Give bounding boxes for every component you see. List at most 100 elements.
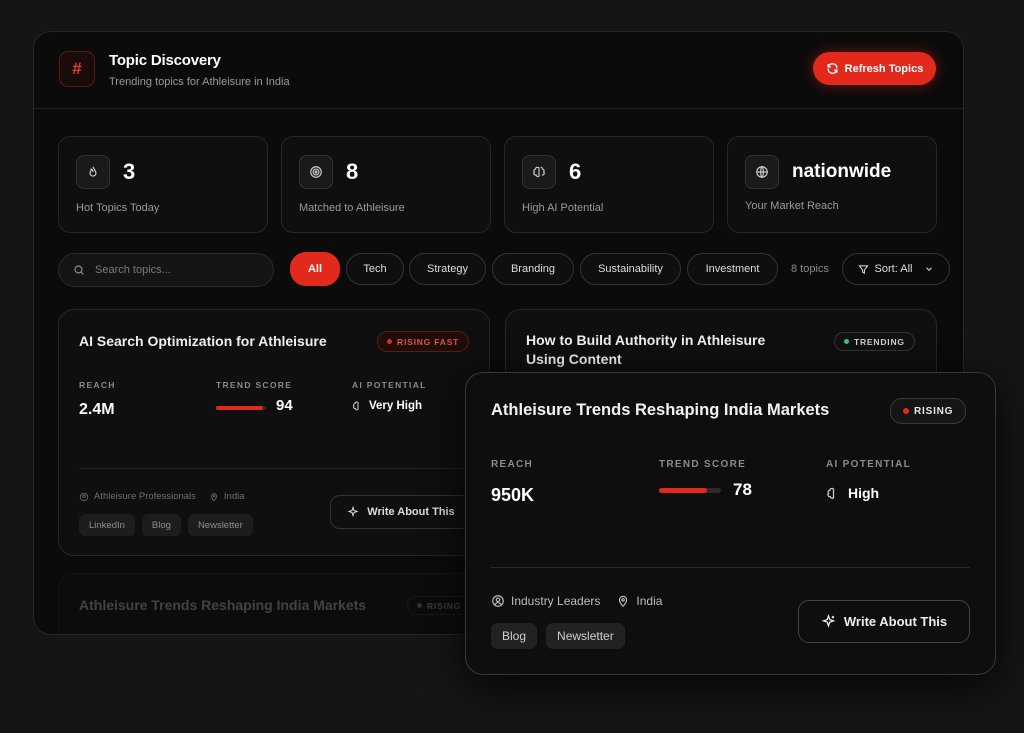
stat-value: nationwide: [792, 161, 892, 182]
location-pin-icon: [619, 595, 628, 608]
topic-title: Athleisure Trends Reshaping India Market…: [79, 597, 367, 613]
card-divider: [491, 567, 970, 568]
badge-label: RISING: [914, 405, 954, 417]
location-pin-icon: [211, 492, 217, 501]
sort-label: Sort: All: [874, 263, 913, 275]
trend-score-value: 78: [733, 480, 752, 499]
badge-dot: [417, 603, 422, 608]
reach-value: 950K: [491, 485, 535, 505]
badge-dot: [844, 339, 849, 344]
ai-potential-value: High: [848, 485, 880, 501]
topic-title: Athleisure Trends Reshaping India Market…: [491, 401, 830, 419]
hashtag-icon: #: [59, 51, 95, 87]
reach-value: 2.4M: [79, 401, 115, 418]
filter-chip-investment[interactable]: Investment: [687, 253, 778, 285]
badge-label: RISING FAST: [397, 336, 460, 347]
audience-label: Athleisure Professionals: [94, 491, 196, 502]
tag: LinkedIn: [79, 514, 135, 536]
tag: Newsletter: [187, 514, 253, 536]
stat-value: 6: [569, 159, 582, 184]
trend-score-label: TREND SCORE: [659, 459, 747, 470]
write-label: Write About This: [843, 614, 948, 629]
badge-label: RISING: [427, 600, 462, 611]
target-icon: [299, 155, 333, 189]
write-about-this-button[interactable]: Write About This: [330, 495, 472, 529]
stat-value: 3: [123, 159, 136, 184]
topic-title: How to Build Authority in Athleisure Usi…: [526, 332, 766, 367]
topic-card[interactable]: Athleisure Trends Reshaping India Market…: [58, 573, 490, 634]
tag: Newsletter: [546, 623, 625, 649]
search-input[interactable]: Search topics...: [58, 253, 274, 287]
location-label: India: [223, 491, 245, 502]
topic-card[interactable]: AI Search Optimization for Athleisure RI…: [58, 309, 490, 556]
filter-chip-strategy[interactable]: Strategy: [409, 253, 486, 285]
badge-dot: [903, 408, 909, 414]
refresh-icon: [827, 63, 838, 74]
status-badge: TRENDING: [834, 332, 915, 351]
topic-title: AI Search Optimization for Athleisure: [79, 333, 327, 349]
audience-row: Athleisure Professionals India: [79, 491, 245, 502]
ai-potential: Very High: [352, 400, 422, 412]
page-title: Topic Discovery: [109, 52, 221, 69]
ai-potential-label: AI POTENTIAL: [826, 459, 912, 470]
trend-bar-fill: [216, 406, 263, 410]
sparkle-icon: [821, 614, 836, 628]
flame-icon: [76, 155, 110, 189]
audience-row: Industry Leaders India: [491, 594, 662, 608]
filter-chip-all[interactable]: All: [290, 252, 340, 286]
user-icon: [492, 595, 504, 607]
globe-icon: [745, 155, 779, 189]
filter-chip-sustainability[interactable]: Sustainability: [580, 253, 681, 285]
write-label: Write About This: [367, 506, 455, 518]
location-label: India: [636, 594, 663, 608]
trend-bar-fill: [659, 488, 708, 493]
reach-label: REACH: [491, 459, 534, 470]
stat-card-matched: 8 Matched to Athleisure: [281, 136, 491, 233]
stat-label: Hot Topics Today: [76, 202, 160, 214]
badge-dot: [387, 339, 392, 344]
search-icon: [74, 265, 84, 275]
topic-count: 8 topics: [791, 263, 829, 275]
tag-list: LinkedIn Blog Newsletter: [79, 514, 253, 536]
ai-potential-label: AI POTENTIAL: [352, 380, 427, 390]
stat-label: Matched to Athleisure: [299, 202, 405, 214]
tag-list: Blog Newsletter: [491, 623, 625, 649]
write-about-this-button[interactable]: Write About This: [798, 600, 970, 643]
featured-topic-card[interactable]: Athleisure Trends Reshaping India Market…: [465, 372, 996, 675]
chevron-down-icon: [926, 267, 933, 271]
trend-bar: [216, 406, 266, 410]
stat-label: Your Market Reach: [745, 200, 839, 212]
ai-potential: High: [826, 485, 879, 501]
page-subtitle: Trending topics for Athleisure in India: [109, 76, 290, 88]
reach-label: REACH: [79, 380, 116, 390]
status-badge: RISING FAST: [377, 331, 470, 352]
trend-bar: [659, 488, 721, 493]
brain-icon: [522, 155, 556, 189]
ai-potential-value: Very High: [369, 400, 423, 412]
filter-chip-branding[interactable]: Branding: [492, 253, 574, 285]
stat-card-market-reach: nationwide Your Market Reach: [727, 136, 937, 233]
sparkle-icon: [347, 506, 359, 518]
user-icon: [79, 492, 89, 501]
status-badge: RISING: [890, 398, 967, 424]
stat-value: 8: [346, 159, 359, 184]
brain-icon: [827, 487, 835, 499]
stat-card-hot-topics: 3 Hot Topics Today: [58, 136, 268, 233]
status-badge: RISING: [407, 596, 472, 615]
stat-label: High AI Potential: [522, 202, 604, 214]
trend-score-label: TREND SCORE: [216, 380, 293, 390]
refresh-topics-button[interactable]: Refresh Topics: [813, 52, 936, 85]
sort-dropdown[interactable]: Sort: All: [842, 253, 950, 285]
tag: Blog: [141, 514, 181, 536]
header-divider: [34, 108, 963, 109]
search-placeholder: Search topics...: [95, 264, 171, 276]
tag: Blog: [491, 623, 538, 649]
audience-label: Industry Leaders: [511, 594, 601, 608]
filter-chip-tech[interactable]: Tech: [346, 253, 404, 285]
badge-label: TRENDING: [854, 336, 905, 347]
card-divider: [79, 468, 469, 469]
trend-score-value: 94: [276, 397, 293, 414]
stat-card-ai-potential: 6 High AI Potential: [504, 136, 714, 233]
refresh-label: Refresh Topics: [844, 62, 924, 75]
filter-icon: [857, 264, 869, 274]
